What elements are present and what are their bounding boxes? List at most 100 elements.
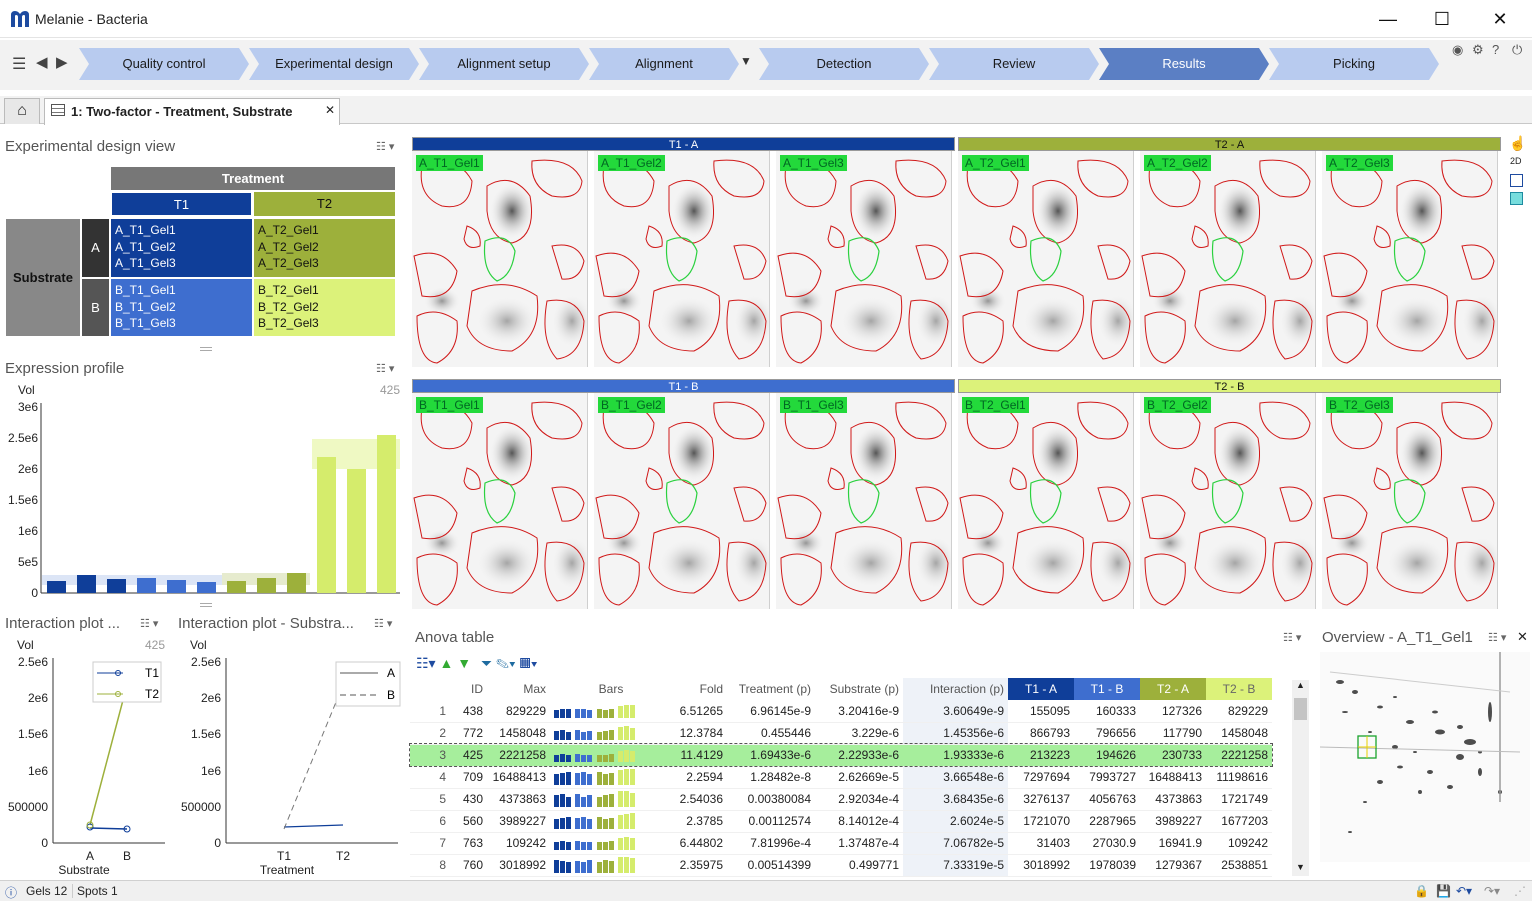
gel-thumbnail[interactable]: B_T2_Gel1 bbox=[958, 393, 1134, 609]
save-icon[interactable]: 💾 bbox=[1436, 884, 1451, 898]
gel-thumbnail[interactable]: B_T1_Gel3 bbox=[776, 393, 952, 609]
close-tab-icon[interactable]: ✕ bbox=[325, 103, 335, 117]
splitter-handle[interactable] bbox=[200, 603, 212, 607]
gear-icon[interactable]: ⚙ bbox=[1472, 42, 1484, 58]
design-cell-a-t1[interactable]: A_T1_Gel1 A_T1_Gel2 A_T1_Gel3 bbox=[111, 219, 252, 277]
workflow-step-quality-control[interactable]: Quality control bbox=[79, 48, 249, 80]
column-header[interactable]: T2 - A bbox=[1140, 678, 1206, 700]
hand-tool-icon[interactable]: ☝ bbox=[1509, 135, 1526, 152]
workflow-step-review[interactable]: Review bbox=[929, 48, 1099, 80]
undo-icon[interactable]: ↶▾ bbox=[1456, 884, 1472, 898]
workflow-step-results[interactable]: Results bbox=[1099, 48, 1269, 80]
gel-thumbnail[interactable]: B_T1_Gel1 bbox=[412, 393, 588, 609]
cell-fold: 2.54036 bbox=[672, 788, 727, 811]
gel-thumbnail[interactable]: B_T2_Gel3 bbox=[1322, 393, 1498, 609]
gel-thumbnail[interactable]: A_T1_Gel3 bbox=[776, 151, 952, 367]
table-row[interactable]: 8 760 3018992 2.35975 0.00514399 0.49977… bbox=[410, 854, 1272, 877]
expression-profile-chart: 3e6 2.5e6 2e6 1.5e6 1e6 5e5 0 bbox=[8, 400, 400, 600]
overview-gel-image[interactable] bbox=[1320, 652, 1530, 862]
power-icon[interactable]: ⏻ bbox=[1512, 42, 1522, 58]
workflow-step-label: Alignment setup bbox=[457, 56, 551, 71]
gel-label: B_T2_Gel3 bbox=[1326, 397, 1393, 413]
column-header[interactable]: T2 - B bbox=[1206, 678, 1272, 700]
table-row[interactable]: 1 438 829229 6.51265 6.96145e-9 3.20416e… bbox=[410, 700, 1272, 723]
home-tab[interactable]: ⌂ bbox=[4, 98, 40, 124]
splitter-handle[interactable] bbox=[200, 347, 212, 351]
move-down-icon[interactable]: ▼ bbox=[457, 655, 471, 671]
gel-thumbnail[interactable]: A_T1_Gel2 bbox=[594, 151, 770, 367]
panel-menu-icon[interactable]: ☷ ▾ bbox=[1488, 631, 1506, 644]
table-row[interactable]: 6 560 3989227 2.3785 0.00112574 8.14012e… bbox=[410, 810, 1272, 833]
list-view-icon[interactable] bbox=[1510, 174, 1523, 187]
cell-treatment-p: 0.455446 bbox=[727, 722, 815, 745]
minimize-button[interactable]: — bbox=[1374, 8, 1402, 30]
design-cell-b-t2[interactable]: B_T2_Gel1 B_T2_Gel2 B_T2_Gel3 bbox=[254, 279, 395, 336]
workflow-step-alignment[interactable]: Alignment bbox=[589, 48, 739, 80]
column-header[interactable]: Interaction (p) bbox=[903, 678, 1008, 700]
panel-menu-icon[interactable]: ☷ ▾ bbox=[376, 362, 394, 375]
move-up-icon[interactable]: ▲ bbox=[439, 655, 453, 671]
scroll-up-icon[interactable]: ▲ bbox=[1292, 680, 1309, 694]
cell-t1-a: 866793 bbox=[1008, 722, 1074, 745]
column-header[interactable]: Fold bbox=[672, 678, 727, 700]
column-header[interactable]: Max bbox=[487, 678, 550, 700]
anova-toolbar: ☷▾ ▲ ▼ ⏷ ✎▾ ▦▾ bbox=[416, 655, 538, 672]
x-tick-label: B bbox=[123, 849, 131, 863]
gel-thumbnail[interactable]: A_T1_Gel1 bbox=[412, 151, 588, 367]
back-arrow-icon[interactable]: ◀ bbox=[36, 53, 48, 71]
table-row[interactable]: 3 425 2221258 11.4129 1.69433e-6 2.22933… bbox=[409, 743, 1273, 767]
columns-menu-icon[interactable]: ☷▾ bbox=[416, 655, 436, 671]
close-button[interactable]: ✕ bbox=[1486, 8, 1514, 30]
gel-thumbnail[interactable]: B_T1_Gel2 bbox=[594, 393, 770, 609]
design-cell-b-t1[interactable]: B_T1_Gel1 B_T1_Gel2 B_T1_Gel3 bbox=[111, 279, 252, 336]
anova-scrollbar[interactable]: ▲ ▼ bbox=[1292, 680, 1309, 876]
table-row[interactable]: 7 763 109242 6.44802 7.81996e-4 1.37487e… bbox=[410, 832, 1272, 855]
eye-icon[interactable]: ◉ bbox=[1452, 42, 1463, 58]
hamburger-menu-icon[interactable]: ☰ bbox=[12, 54, 26, 74]
gel-thumbnail[interactable]: B_T2_Gel2 bbox=[1140, 393, 1316, 609]
design-cell-a-t2[interactable]: A_T2_Gel1 A_T2_Gel2 A_T2_Gel3 bbox=[254, 219, 395, 277]
column-header[interactable]: ID bbox=[450, 678, 487, 700]
gel-name: A_T2_Gel2 bbox=[258, 239, 319, 254]
redo-icon[interactable]: ↷▾ bbox=[1484, 884, 1500, 898]
scroll-thumb[interactable] bbox=[1294, 698, 1307, 720]
close-panel-icon[interactable]: ✕ bbox=[1517, 629, 1528, 645]
column-header[interactable]: T1 - A bbox=[1008, 678, 1074, 700]
column-header[interactable]: Treatment (p) bbox=[727, 678, 815, 700]
bar bbox=[347, 469, 366, 593]
panel-menu-icon[interactable]: ☷ ▾ bbox=[140, 617, 158, 630]
tab-two-factor[interactable]: 1: Two-factor - Treatment, Substrate ✕ bbox=[44, 98, 340, 125]
forward-arrow-icon[interactable]: ▶ bbox=[56, 53, 68, 71]
maximize-button[interactable]: ☐ bbox=[1428, 8, 1456, 30]
workflow-step-detection[interactable]: Detection bbox=[759, 48, 929, 80]
table-row[interactable]: 4 709 16488413 2.2594 1.28482e-8 2.62669… bbox=[410, 766, 1272, 789]
lock-icon[interactable]: 🔒 bbox=[1414, 884, 1429, 898]
interaction-plot-1-title: Interaction plot ... bbox=[5, 615, 121, 632]
gel-thumbnail[interactable]: A_T2_Gel3 bbox=[1322, 151, 1498, 367]
edit-icon[interactable]: ✎▾ bbox=[496, 655, 516, 671]
table-view-icon[interactable]: ▦▾ bbox=[520, 655, 538, 671]
row-number: 5 bbox=[410, 788, 450, 811]
column-header[interactable]: Substrate (p) bbox=[815, 678, 903, 700]
cell-interaction-p: 7.33319e-5 bbox=[903, 854, 1008, 877]
panel-menu-icon[interactable]: ☷ ▾ bbox=[374, 617, 392, 630]
panel-menu-icon[interactable]: ☷ ▾ bbox=[376, 140, 394, 153]
workflow-step-picking[interactable]: Picking bbox=[1269, 48, 1439, 80]
column-header[interactable]: T1 - B bbox=[1074, 678, 1140, 700]
table-row[interactable]: 2 772 1458048 12.3784 0.455446 3.229e-6 … bbox=[410, 722, 1272, 745]
filter-icon[interactable]: ⏷ bbox=[481, 655, 492, 671]
column-header[interactable]: Bars bbox=[550, 678, 672, 700]
grid-view-icon[interactable] bbox=[1510, 192, 1523, 205]
alignment-dropdown-icon[interactable]: ▼ bbox=[740, 54, 752, 68]
gel-thumbnail[interactable]: A_T2_Gel1 bbox=[958, 151, 1134, 367]
workflow-step-alignment-setup[interactable]: Alignment setup bbox=[419, 48, 589, 80]
help-icon[interactable]: ? bbox=[1492, 42, 1499, 57]
scroll-down-icon[interactable]: ▼ bbox=[1292, 862, 1309, 876]
info-icon[interactable]: ⓘ bbox=[5, 884, 17, 901]
2d-view-icon[interactable]: 2D bbox=[1510, 156, 1522, 166]
workflow-step-experimental-design[interactable]: Experimental design bbox=[249, 48, 419, 80]
column-header[interactable] bbox=[410, 678, 450, 700]
gel-thumbnail[interactable]: A_T2_Gel2 bbox=[1140, 151, 1316, 367]
table-row[interactable]: 5 430 4373863 2.54036 0.00380084 2.92034… bbox=[410, 788, 1272, 811]
panel-menu-icon[interactable]: ☷ ▾ bbox=[1283, 631, 1301, 644]
